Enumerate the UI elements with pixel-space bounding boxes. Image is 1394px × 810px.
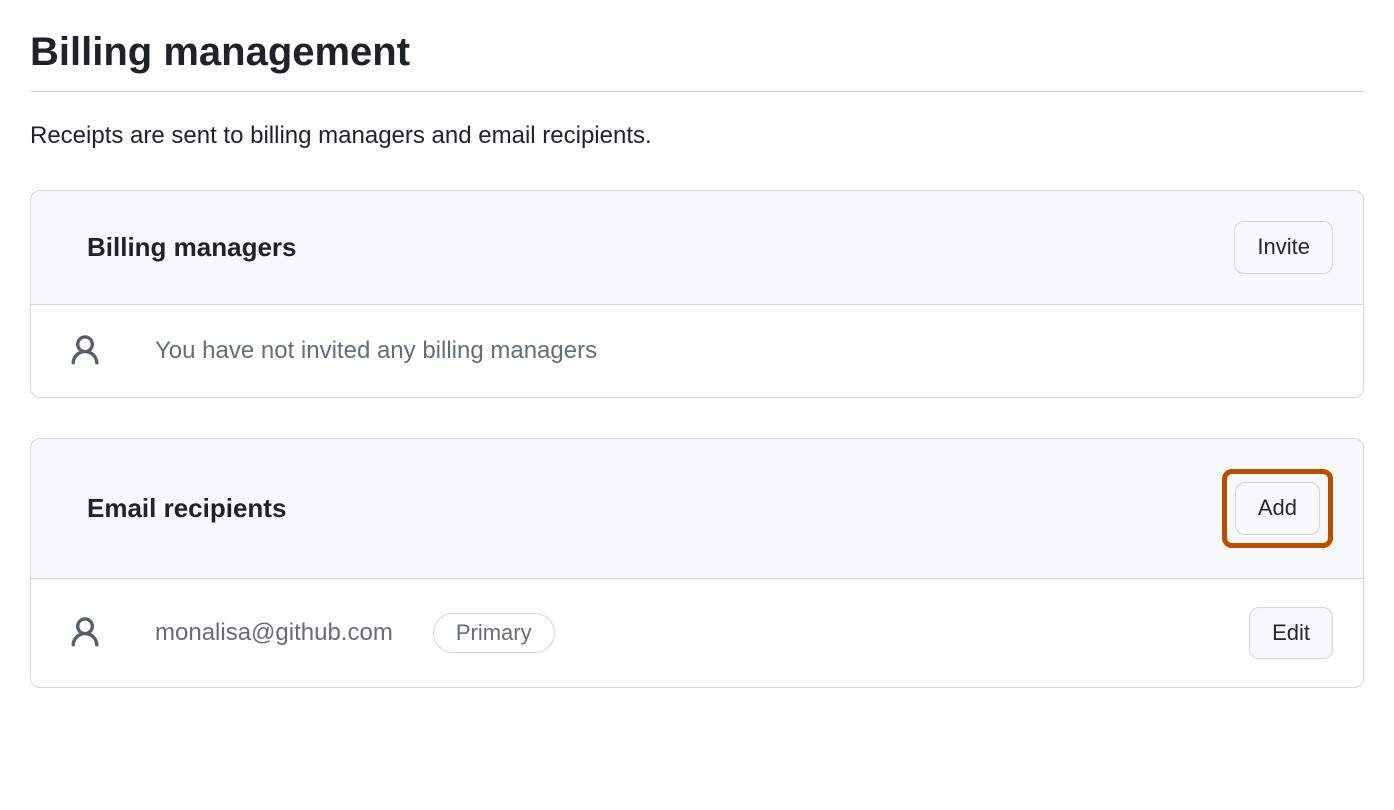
email-recipients-title: Email recipients	[87, 493, 286, 524]
primary-badge: Primary	[433, 613, 555, 653]
person-icon	[67, 615, 103, 651]
email-recipients-box: Email recipients Add monalisa@github.com…	[30, 438, 1364, 689]
billing-managers-box: Billing managers Invite You have not inv…	[30, 190, 1364, 398]
add-button-highlight: Add	[1222, 469, 1333, 548]
invite-button[interactable]: Invite	[1234, 221, 1333, 274]
page-description: Receipts are sent to billing managers an…	[30, 122, 1364, 150]
recipient-email: monalisa@github.com	[155, 619, 393, 647]
billing-managers-title: Billing managers	[87, 232, 297, 263]
page-title: Billing management	[30, 30, 1364, 92]
person-icon	[67, 333, 103, 369]
email-recipients-header: Email recipients Add	[31, 439, 1363, 579]
edit-button[interactable]: Edit	[1249, 607, 1333, 660]
billing-managers-header: Billing managers Invite	[31, 191, 1363, 305]
billing-managers-empty-row: You have not invited any billing manager…	[31, 305, 1363, 397]
billing-managers-empty-text: You have not invited any billing manager…	[155, 337, 597, 365]
email-recipient-row: monalisa@github.com Primary Edit	[31, 579, 1363, 688]
add-button[interactable]: Add	[1235, 482, 1320, 535]
